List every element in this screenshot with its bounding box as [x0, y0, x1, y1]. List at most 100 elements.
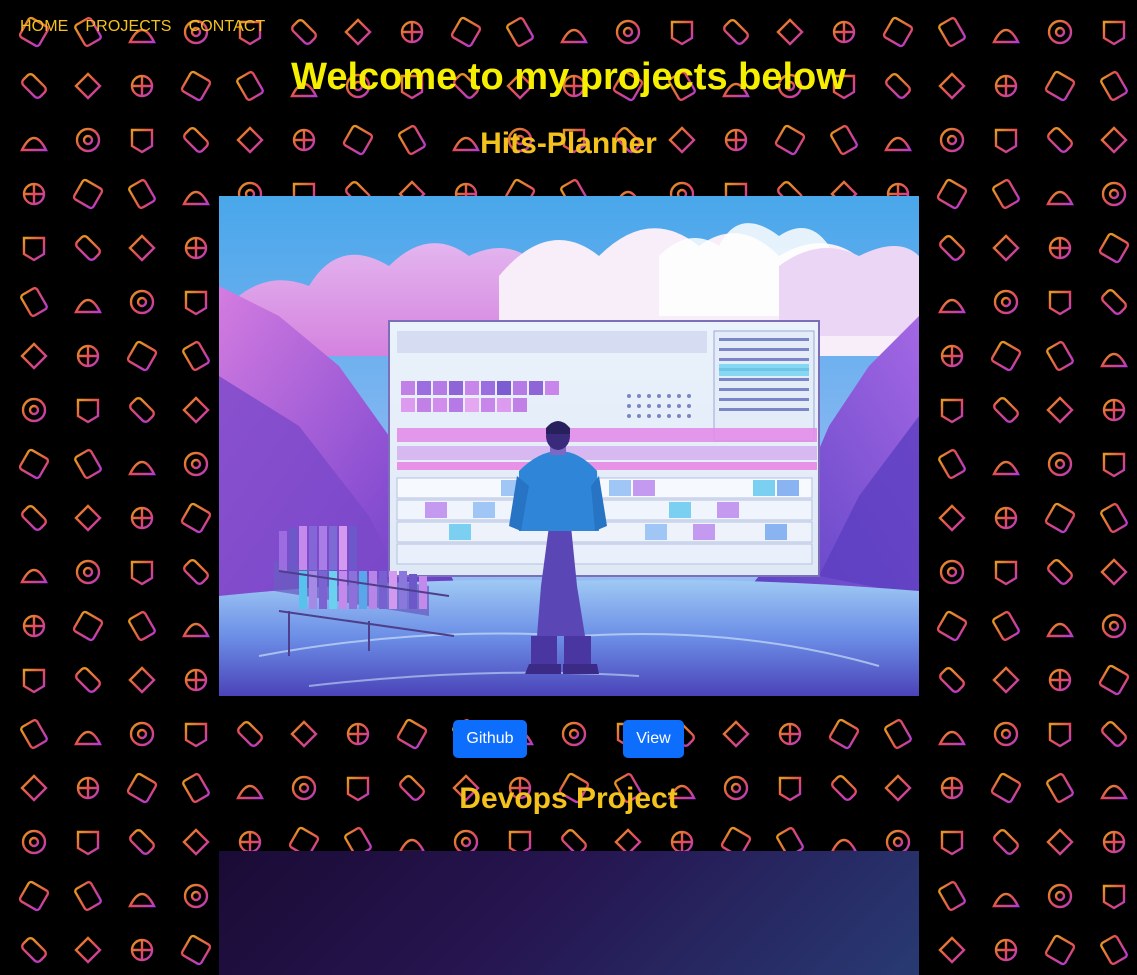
- project-screenshot: [219, 851, 919, 975]
- pattern-icon: [183, 451, 209, 477]
- pattern-icon: [885, 829, 911, 855]
- pattern-icon: [722, 720, 750, 748]
- pattern-icon: [20, 568, 48, 584]
- pattern-icon: [22, 182, 46, 206]
- pattern-icon: [992, 234, 1020, 262]
- pattern-icon: [1046, 622, 1074, 638]
- pattern-icon: [776, 18, 804, 46]
- pattern-icon: [128, 666, 156, 694]
- pattern-icon: [400, 20, 424, 44]
- pattern-icon: [22, 236, 46, 262]
- nav-contact-link[interactable]: CONTACT: [189, 18, 266, 36]
- pattern-icon: [74, 449, 102, 479]
- pattern-icon: [74, 881, 102, 911]
- pattern-icon: [1102, 884, 1126, 910]
- pattern-icon: [1047, 559, 1073, 585]
- pattern-icon: [75, 667, 101, 693]
- pattern-icon: [1101, 181, 1127, 207]
- pattern-icon: [994, 506, 1018, 530]
- pattern-icon: [1048, 236, 1072, 260]
- pattern-icon: [290, 720, 318, 748]
- pattern-icon: [1047, 19, 1073, 45]
- pattern-icon: [560, 28, 588, 44]
- pattern-icon: [1048, 668, 1072, 692]
- pattern-icon: [992, 28, 1020, 44]
- top-navigation: HOME PROJECTS CONTACT: [20, 18, 282, 36]
- pattern-icon: [128, 892, 156, 908]
- pattern-icon: [1044, 502, 1076, 534]
- pattern-icon: [130, 506, 154, 530]
- pattern-icon: [994, 560, 1018, 586]
- pattern-icon: [723, 19, 749, 45]
- pattern-icon: [992, 611, 1020, 641]
- pattern-icon: [1100, 935, 1128, 965]
- pattern-icon: [75, 235, 101, 261]
- nav-home-link[interactable]: HOME: [20, 18, 68, 36]
- pattern-icon: [183, 883, 209, 909]
- pattern-icon: [1047, 883, 1073, 909]
- project-title: Devops Project: [459, 782, 678, 815]
- pattern-icon: [72, 610, 104, 642]
- pattern-icon: [128, 234, 156, 262]
- pattern-icon: [20, 342, 48, 370]
- page-heading: Welcome to my projects below: [291, 56, 846, 98]
- pattern-icon: [1101, 289, 1127, 315]
- pattern-icon: [238, 830, 262, 854]
- pattern-icon: [1102, 452, 1126, 478]
- pattern-icon: [184, 668, 208, 692]
- pattern-icon: [182, 190, 210, 206]
- pattern-icon: [129, 829, 155, 855]
- pattern-icon: [291, 19, 317, 45]
- pattern-icon: [126, 340, 158, 372]
- pattern-icon: [130, 560, 154, 586]
- pattern-icon: [450, 16, 482, 48]
- pattern-icon: [938, 504, 966, 532]
- view-button[interactable]: View: [623, 720, 684, 758]
- pattern-icon: [180, 502, 212, 534]
- nav-projects-link[interactable]: PROJECTS: [85, 18, 171, 36]
- github-button[interactable]: Github: [453, 720, 527, 758]
- pattern-icon: [615, 19, 641, 45]
- pattern-icon: [182, 396, 210, 424]
- pattern-icon: [128, 460, 156, 476]
- pattern-icon: [346, 722, 370, 746]
- pattern-icon: [344, 18, 372, 46]
- project-screenshot: [219, 196, 919, 696]
- pattern-icon: [76, 830, 100, 856]
- pattern-icon: [21, 505, 47, 531]
- pattern-icon: [670, 830, 694, 854]
- pattern-icon: [940, 344, 964, 368]
- pattern-icon: [182, 341, 210, 371]
- pattern-icon: [74, 298, 102, 314]
- pattern-icon: [506, 17, 534, 47]
- pattern-icon: [18, 448, 50, 480]
- pattern-icon: [992, 666, 1020, 694]
- pattern-icon: [20, 719, 48, 749]
- pattern-icon: [1102, 830, 1126, 854]
- pattern-icon: [453, 829, 479, 855]
- pattern-icon: [1102, 398, 1126, 422]
- pattern-icon: [396, 718, 428, 750]
- pattern-icon: [939, 235, 965, 261]
- pattern-icon: [1046, 396, 1074, 424]
- pattern-icon: [1098, 664, 1130, 696]
- pattern-icon: [994, 938, 1018, 962]
- pattern-icon: [74, 936, 102, 964]
- pattern-icon: [993, 721, 1019, 747]
- pattern-icon: [237, 721, 263, 747]
- pattern-icon: [72, 178, 104, 210]
- pattern-icon: [129, 721, 155, 747]
- pattern-icon: [1100, 352, 1128, 368]
- pattern-icon: [22, 668, 46, 694]
- pattern-icon: [990, 340, 1022, 372]
- pattern-icon: [1048, 290, 1072, 316]
- pattern-icon: [936, 178, 968, 210]
- pattern-icon: [938, 17, 966, 47]
- pattern-icon: [130, 938, 154, 962]
- pattern-icon: [129, 397, 155, 423]
- pattern-icon: [561, 721, 587, 747]
- pattern-icon: [20, 287, 48, 317]
- pattern-icon: [1046, 190, 1074, 206]
- pattern-icon: [1046, 341, 1074, 371]
- pattern-icon: [184, 290, 208, 316]
